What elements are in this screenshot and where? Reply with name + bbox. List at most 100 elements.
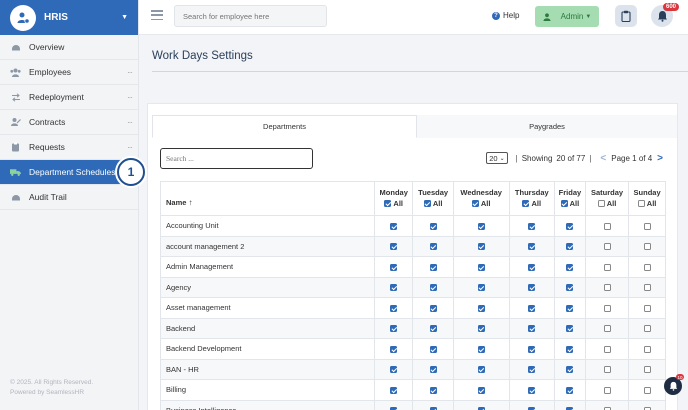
day-checkbox[interactable] bbox=[477, 243, 485, 251]
day-checkbox[interactable] bbox=[528, 222, 536, 230]
sidebar-item-department-schedules[interactable]: Department Schedules 1 bbox=[0, 158, 145, 186]
day-checkbox[interactable] bbox=[643, 304, 651, 312]
day-checkbox[interactable] bbox=[603, 243, 611, 251]
day-checkbox[interactable] bbox=[477, 222, 485, 230]
brand-header[interactable]: HRIS ▼ bbox=[0, 0, 138, 35]
day-checkbox[interactable] bbox=[566, 345, 574, 353]
select-all-thursday[interactable]: All bbox=[522, 199, 541, 208]
tab-paygrades[interactable]: Paygrades bbox=[417, 115, 677, 138]
tab-departments[interactable]: Departments bbox=[152, 115, 417, 138]
checkbox[interactable] bbox=[597, 200, 605, 207]
checkbox[interactable] bbox=[423, 200, 431, 207]
help-link[interactable]: ? Help bbox=[492, 11, 519, 20]
day-checkbox[interactable] bbox=[603, 222, 611, 230]
day-checkbox[interactable] bbox=[528, 345, 536, 353]
select-all-saturday[interactable]: All bbox=[597, 199, 616, 208]
more-icon[interactable]: ··· bbox=[127, 68, 133, 77]
day-checkbox[interactable] bbox=[429, 222, 437, 230]
day-checkbox[interactable] bbox=[643, 325, 651, 333]
select-all-wednesday[interactable]: All bbox=[471, 199, 490, 208]
day-checkbox[interactable] bbox=[566, 284, 574, 292]
day-checkbox[interactable] bbox=[643, 386, 651, 394]
sort-up-icon[interactable]: ↑ bbox=[189, 198, 193, 207]
day-checkbox[interactable] bbox=[566, 243, 574, 251]
day-checkbox[interactable] bbox=[390, 325, 398, 333]
next-page-icon[interactable]: > bbox=[657, 153, 663, 164]
day-checkbox[interactable] bbox=[390, 243, 398, 251]
chevron-down-icon[interactable]: ▼ bbox=[121, 14, 128, 21]
day-checkbox[interactable] bbox=[603, 386, 611, 394]
sidebar-item-redeployment[interactable]: Redeployment ··· bbox=[0, 85, 138, 110]
day-checkbox[interactable] bbox=[643, 284, 651, 292]
day-checkbox[interactable] bbox=[390, 284, 398, 292]
day-checkbox[interactable] bbox=[566, 325, 574, 333]
page-size-select[interactable]: 20 ⌄ bbox=[486, 152, 508, 164]
clipboard-button[interactable] bbox=[615, 5, 637, 27]
day-checkbox[interactable] bbox=[643, 345, 651, 353]
sidebar-item-overview[interactable]: Overview bbox=[0, 35, 138, 60]
day-checkbox[interactable] bbox=[643, 222, 651, 230]
day-checkbox[interactable] bbox=[477, 345, 485, 353]
day-checkbox[interactable] bbox=[528, 325, 536, 333]
prev-page-icon[interactable]: < bbox=[600, 153, 606, 164]
day-checkbox[interactable] bbox=[429, 325, 437, 333]
menu-icon[interactable] bbox=[151, 10, 163, 20]
checkbox[interactable] bbox=[471, 200, 479, 207]
day-checkbox[interactable] bbox=[429, 366, 437, 374]
day-checkbox[interactable] bbox=[477, 386, 485, 394]
select-all-tuesday[interactable]: All bbox=[423, 199, 442, 208]
select-all-monday[interactable]: All bbox=[384, 199, 403, 208]
day-checkbox[interactable] bbox=[566, 222, 574, 230]
day-checkbox[interactable] bbox=[603, 304, 611, 312]
checkbox[interactable] bbox=[560, 200, 568, 207]
day-checkbox[interactable] bbox=[390, 263, 398, 271]
day-checkbox[interactable] bbox=[390, 222, 398, 230]
more-icon[interactable]: ··· bbox=[127, 118, 133, 127]
day-checkbox[interactable] bbox=[390, 345, 398, 353]
day-checkbox[interactable] bbox=[603, 325, 611, 333]
day-checkbox[interactable] bbox=[429, 284, 437, 292]
employee-search-input[interactable] bbox=[174, 5, 327, 27]
day-checkbox[interactable] bbox=[566, 263, 574, 271]
select-all-friday[interactable]: All bbox=[560, 199, 579, 208]
checkbox[interactable] bbox=[522, 200, 530, 207]
day-checkbox[interactable] bbox=[566, 366, 574, 374]
department-search-input[interactable] bbox=[160, 148, 313, 169]
day-checkbox[interactable] bbox=[566, 386, 574, 394]
day-checkbox[interactable] bbox=[528, 366, 536, 374]
day-checkbox[interactable] bbox=[429, 345, 437, 353]
day-checkbox[interactable] bbox=[390, 386, 398, 394]
day-checkbox[interactable] bbox=[528, 386, 536, 394]
day-checkbox[interactable] bbox=[603, 366, 611, 374]
day-checkbox[interactable] bbox=[429, 386, 437, 394]
day-checkbox[interactable] bbox=[643, 263, 651, 271]
day-checkbox[interactable] bbox=[528, 263, 536, 271]
admin-button[interactable]: Admin ▼ bbox=[535, 6, 599, 27]
day-checkbox[interactable] bbox=[390, 304, 398, 312]
checkbox[interactable] bbox=[637, 200, 645, 207]
day-checkbox[interactable] bbox=[477, 284, 485, 292]
checkbox[interactable] bbox=[384, 200, 392, 207]
day-checkbox[interactable] bbox=[528, 304, 536, 312]
name-column-header[interactable]: Name ↑ bbox=[160, 181, 375, 216]
day-checkbox[interactable] bbox=[528, 284, 536, 292]
day-checkbox[interactable] bbox=[429, 263, 437, 271]
day-checkbox[interactable] bbox=[643, 366, 651, 374]
sidebar-item-requests[interactable]: Requests ··· bbox=[0, 135, 138, 160]
day-checkbox[interactable] bbox=[603, 345, 611, 353]
day-checkbox[interactable] bbox=[477, 263, 485, 271]
day-checkbox[interactable] bbox=[528, 243, 536, 251]
sidebar-item-contracts[interactable]: Contracts ··· bbox=[0, 110, 138, 135]
day-checkbox[interactable] bbox=[566, 304, 574, 312]
day-checkbox[interactable] bbox=[603, 263, 611, 271]
day-checkbox[interactable] bbox=[390, 366, 398, 374]
day-checkbox[interactable] bbox=[429, 243, 437, 251]
sidebar-item-employees[interactable]: Employees ··· bbox=[0, 60, 138, 85]
day-checkbox[interactable] bbox=[643, 243, 651, 251]
day-checkbox[interactable] bbox=[429, 304, 437, 312]
more-icon[interactable]: ··· bbox=[127, 93, 133, 102]
day-checkbox[interactable] bbox=[477, 304, 485, 312]
more-icon[interactable]: ··· bbox=[127, 143, 133, 152]
select-all-sunday[interactable]: All bbox=[637, 199, 656, 208]
day-checkbox[interactable] bbox=[477, 366, 485, 374]
